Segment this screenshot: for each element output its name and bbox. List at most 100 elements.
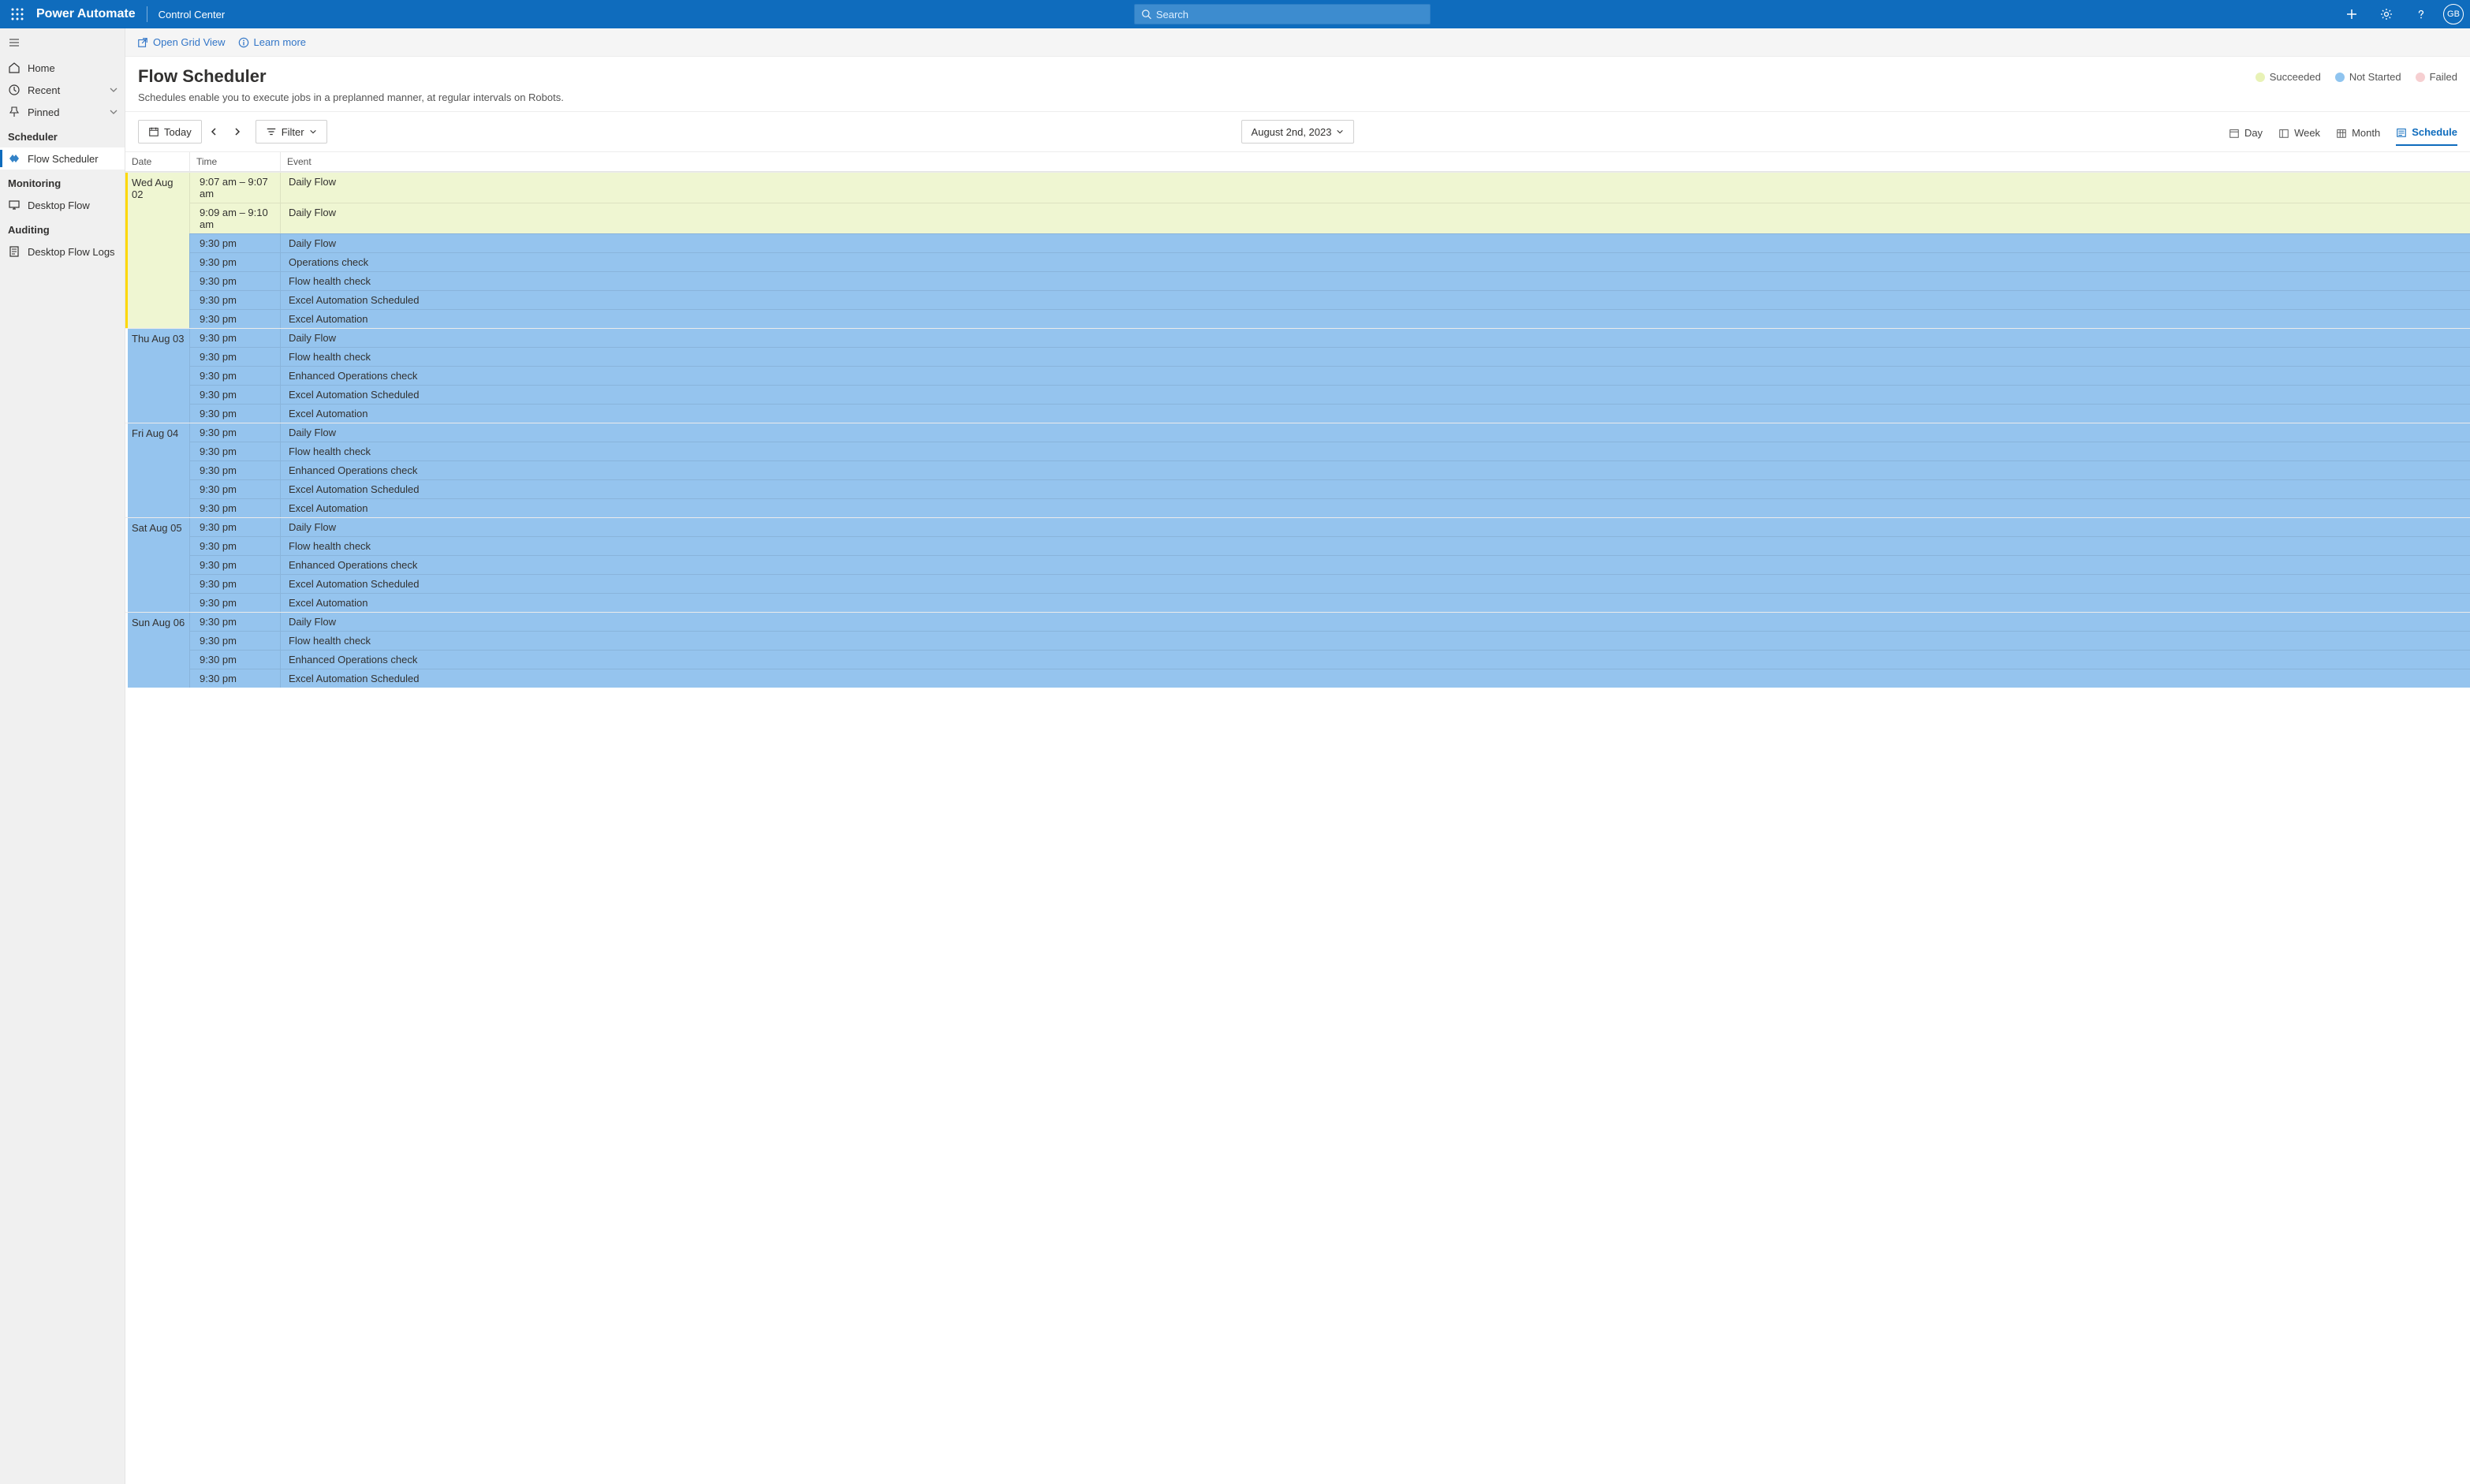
schedule-row[interactable]: 9:30 pmExcel Automation Scheduled (189, 385, 2470, 404)
schedule-row[interactable]: 9:30 pmEnhanced Operations check (189, 460, 2470, 479)
sidebar-item-home[interactable]: Home (0, 57, 125, 79)
user-avatar[interactable]: GB (2443, 4, 2464, 24)
month-view-icon (2336, 128, 2347, 139)
next-button[interactable] (226, 120, 249, 144)
schedule-time-cell: 9:30 pm (189, 499, 280, 517)
search-input[interactable] (1156, 9, 1423, 21)
hamburger-button[interactable] (0, 28, 125, 57)
gear-icon (2380, 8, 2393, 21)
schedule-time-cell: 9:30 pm (189, 405, 280, 423)
schedule-time-cell: 9:30 pm (189, 461, 280, 479)
schedule-row[interactable]: 9:30 pmDaily Flow (189, 423, 2470, 442)
filter-button[interactable]: Filter (256, 120, 327, 144)
schedule-row[interactable]: 9:30 pmDaily Flow (189, 613, 2470, 631)
schedule-event-cell: Excel Automation Scheduled (280, 291, 2470, 309)
open-grid-view-link[interactable]: Open Grid View (137, 36, 226, 48)
sidebar-item-label: Home (28, 62, 55, 74)
top-app-bar: Power Automate Control Center GB (0, 0, 2470, 28)
schedule-event-cell: Enhanced Operations check (280, 556, 2470, 574)
schedule-time-cell: 9:30 pm (189, 348, 280, 366)
schedule-event-cell: Excel Automation Scheduled (280, 669, 2470, 688)
settings-button[interactable] (2374, 2, 2399, 27)
schedule-date-cell: Sat Aug 05 (128, 518, 189, 612)
sidebar-item-label: Desktop Flow Logs (28, 246, 115, 258)
view-tab-day[interactable]: Day (2229, 126, 2263, 146)
schedule-row[interactable]: 9:30 pmExcel Automation Scheduled (189, 574, 2470, 593)
schedule-row[interactable]: 9:30 pmExcel Automation (189, 498, 2470, 517)
sidebar: Home Recent Pinned Scheduler Flow Schedu… (0, 28, 125, 1484)
prev-button[interactable] (202, 120, 226, 144)
schedule-time-cell: 9:30 pm (189, 632, 280, 650)
schedule-row[interactable]: 9:30 pmEnhanced Operations check (189, 555, 2470, 574)
schedule-time-cell: 9:30 pm (189, 367, 280, 385)
schedule-time-cell: 9:30 pm (189, 669, 280, 688)
location-label[interactable]: Control Center (159, 9, 226, 21)
schedule-row[interactable]: 9:09 am – 9:10 amDaily Flow (189, 203, 2470, 233)
desktop-icon (8, 199, 21, 211)
schedule-event-cell: Excel Automation Scheduled (280, 575, 2470, 593)
schedule-time-cell: 9:30 pm (189, 386, 280, 404)
schedule-row[interactable]: 9:30 pmExcel Automation Scheduled (189, 669, 2470, 688)
help-button[interactable] (2408, 2, 2434, 27)
schedule-grid[interactable]: Date Time Event Wed Aug 029:07 am – 9:07… (125, 152, 2470, 1484)
view-tab-schedule[interactable]: Schedule (2396, 126, 2457, 146)
content-area: Open Grid View Learn more Flow Scheduler… (125, 28, 2470, 1484)
view-tab-month[interactable]: Month (2336, 126, 2380, 146)
chevron-right-icon (233, 127, 242, 136)
add-button[interactable] (2339, 2, 2364, 27)
page-subtitle: Schedules enable you to execute jobs in … (138, 91, 564, 103)
schedule-row[interactable]: 9:30 pmEnhanced Operations check (189, 366, 2470, 385)
today-button[interactable]: Today (138, 120, 202, 144)
schedule-date-cell: Fri Aug 04 (128, 423, 189, 517)
logs-icon (8, 245, 21, 258)
sidebar-item-recent[interactable]: Recent (0, 79, 125, 101)
schedule-date-cell: Thu Aug 03 (128, 329, 189, 423)
sidebar-item-desktop-flow[interactable]: Desktop Flow (0, 194, 125, 216)
schedule-row[interactable]: 9:30 pmFlow health check (189, 536, 2470, 555)
learn-more-link[interactable]: Learn more (238, 36, 306, 48)
schedule-event-cell: Daily Flow (280, 518, 2470, 536)
schedule-row[interactable]: 9:07 am – 9:07 amDaily Flow (189, 173, 2470, 203)
schedule-row[interactable]: 9:30 pmOperations check (189, 252, 2470, 271)
schedule-row[interactable]: 9:30 pmFlow health check (189, 442, 2470, 460)
view-tab-week[interactable]: Week (2278, 126, 2320, 146)
chevron-down-icon (1336, 128, 1344, 136)
status-legend: Succeeded Not Started Failed (2255, 71, 2457, 83)
schedule-time-cell: 9:30 pm (189, 575, 280, 593)
schedule-row[interactable]: 9:30 pmExcel Automation (189, 404, 2470, 423)
schedule-row[interactable]: 9:30 pmDaily Flow (189, 518, 2470, 536)
legend-failed: Failed (2416, 71, 2457, 83)
schedule-event-cell: Flow health check (280, 272, 2470, 290)
date-picker-button[interactable]: August 2nd, 2023 (1241, 120, 1355, 144)
schedule-day-group: Sun Aug 069:30 pmDaily Flow9:30 pmFlow h… (125, 612, 2470, 688)
pin-icon (8, 106, 21, 118)
sidebar-item-desktop-flow-logs[interactable]: Desktop Flow Logs (0, 240, 125, 263)
calendar-icon (148, 126, 159, 137)
schedule-row[interactable]: 9:30 pmFlow health check (189, 271, 2470, 290)
app-launcher-icon[interactable] (6, 3, 28, 25)
schedule-row[interactable]: 9:30 pmDaily Flow (189, 329, 2470, 347)
help-icon (2415, 8, 2427, 21)
schedule-row[interactable]: 9:30 pmFlow health check (189, 631, 2470, 650)
schedule-row[interactable]: 9:30 pmExcel Automation (189, 309, 2470, 328)
search-box[interactable] (1134, 4, 1431, 24)
schedule-time-cell: 9:07 am – 9:07 am (189, 173, 280, 203)
sidebar-item-flow-scheduler[interactable]: Flow Scheduler (0, 147, 125, 170)
sidebar-heading-auditing: Auditing (0, 216, 125, 240)
schedule-event-cell: Excel Automation (280, 594, 2470, 612)
schedule-row[interactable]: 9:30 pmExcel Automation (189, 593, 2470, 612)
sidebar-item-pinned[interactable]: Pinned (0, 101, 125, 123)
schedule-row[interactable]: 9:30 pmExcel Automation Scheduled (189, 290, 2470, 309)
schedule-row[interactable]: 9:30 pmExcel Automation Scheduled (189, 479, 2470, 498)
schedule-toolbar: Today Filter August 2nd, 2023 Day (125, 111, 2470, 152)
schedule-event-cell: Enhanced Operations check (280, 461, 2470, 479)
schedule-row[interactable]: 9:30 pmEnhanced Operations check (189, 650, 2470, 669)
schedule-row[interactable]: 9:30 pmFlow health check (189, 347, 2470, 366)
chevron-down-icon (109, 85, 118, 95)
filter-icon (266, 126, 277, 137)
col-event-header: Event (280, 152, 2470, 171)
schedule-day-group: Wed Aug 029:07 am – 9:07 amDaily Flow9:0… (125, 172, 2470, 328)
sidebar-item-label: Desktop Flow (28, 199, 90, 211)
page-title: Flow Scheduler (138, 66, 564, 87)
schedule-row[interactable]: 9:30 pmDaily Flow (189, 233, 2470, 252)
